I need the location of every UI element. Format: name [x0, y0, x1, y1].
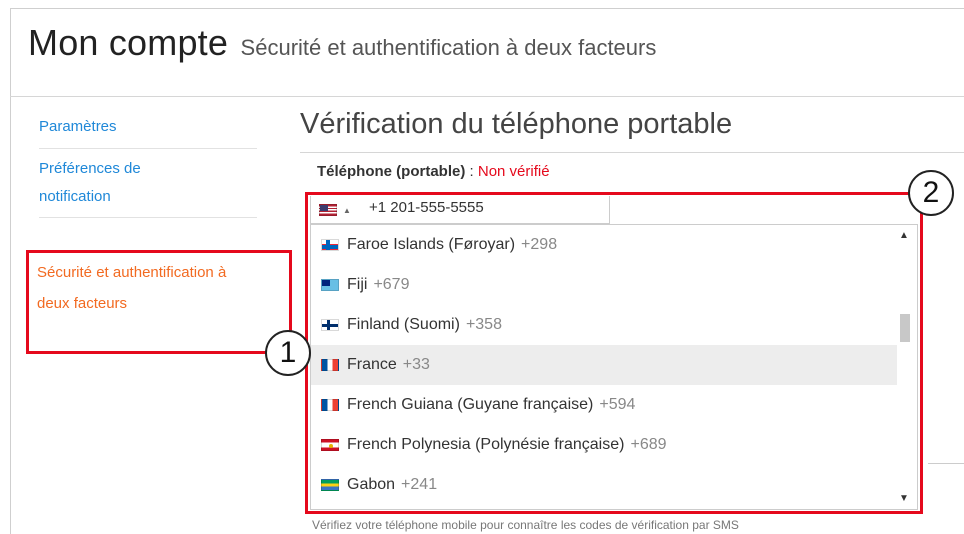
sidebar-divider: [39, 217, 257, 218]
country-selector-button[interactable]: ▲: [319, 202, 351, 218]
dropdown-scrollbar[interactable]: ▲ ▼: [896, 228, 914, 508]
window-top-border: [10, 8, 964, 9]
phone-input-row: ▲: [310, 196, 610, 224]
country-name: Faroe Islands (Føroyar): [347, 236, 516, 253]
country-option-finland[interactable]: Finland (Suomi) +358: [311, 305, 897, 345]
sidebar-divider: [39, 148, 257, 149]
phone-input[interactable]: [369, 199, 599, 216]
country-name: Finland (Suomi): [347, 316, 460, 333]
country-option-gabon[interactable]: Gabon +241: [311, 465, 897, 505]
country-option-france[interactable]: France +33: [311, 345, 897, 385]
scrollbar-thumb[interactable]: [900, 314, 910, 342]
annotation-marker-1: 1: [265, 330, 311, 376]
main-content: Vérification du téléphone portable Télép…: [300, 108, 964, 180]
sidebar-item-parametres[interactable]: Paramètres: [28, 112, 260, 142]
sidebar-item-notification-preferences[interactable]: Préférences de notification: [28, 155, 188, 211]
country-option-faroe-islands[interactable]: Faroe Islands (Føroyar) +298: [311, 225, 897, 265]
country-name: Fiji: [347, 276, 368, 293]
scroll-down-arrow-icon[interactable]: ▼: [899, 493, 909, 504]
page-title: Mon compte: [28, 22, 229, 63]
page-header: Mon compte Sécurité et authentification …: [28, 22, 656, 64]
french-guiana-flag-icon: [321, 399, 339, 411]
caret-up-icon: ▲: [343, 205, 351, 215]
country-name: France: [347, 356, 397, 373]
divider-line: [928, 463, 964, 464]
country-name: French Polynesia (Polynésie française): [347, 436, 625, 453]
window-left-border: [10, 8, 11, 534]
annotation-box-1: Sécurité et authentification à deux fact…: [26, 250, 292, 354]
gabon-flag-icon: [321, 479, 339, 491]
country-option-fiji[interactable]: Fiji +679: [311, 265, 897, 305]
dial-code: +594: [599, 396, 636, 413]
dial-code: +358: [465, 316, 502, 333]
scroll-up-arrow-icon[interactable]: ▲: [899, 230, 909, 241]
faroe-islands-flag-icon: [321, 239, 339, 251]
phone-field-label: Téléphone (portable) : Non vérifié: [317, 163, 550, 180]
sidebar-item-security[interactable]: Sécurité et authentification à deux fact…: [37, 257, 237, 319]
fiji-flag-icon: [321, 279, 339, 291]
header-divider: [10, 96, 964, 97]
finland-flag-icon: [321, 319, 339, 331]
country-dropdown-list: Faroe Islands (Føroyar) +298 Fiji +679 F…: [310, 224, 918, 510]
section-divider: [300, 152, 964, 153]
phone-label-separator: :: [465, 163, 478, 180]
verification-status: Non vérifié: [477, 163, 550, 180]
phone-label-text: Téléphone (portable): [317, 163, 466, 180]
french-polynesia-flag-icon: [321, 439, 339, 451]
dial-code: +679: [373, 276, 410, 293]
france-flag-icon: [321, 359, 339, 371]
country-option-french-guiana[interactable]: French Guiana (Guyane française) +594: [311, 385, 897, 425]
sidebar: Paramètres Préférences de notification: [28, 112, 260, 224]
dial-code: +33: [402, 356, 430, 373]
country-name: Gabon: [347, 476, 396, 493]
us-flag-icon: [319, 204, 337, 216]
annotation-marker-2: 2: [908, 170, 954, 216]
dial-code: +298: [521, 236, 558, 253]
dial-code: +689: [630, 436, 667, 453]
country-name: French Guiana (Guyane française): [347, 396, 594, 413]
page-subtitle: Sécurité et authentification à deux fact…: [240, 35, 657, 60]
country-option-french-polynesia[interactable]: French Polynesia (Polynésie française) +…: [311, 425, 897, 465]
helper-text: Vérifiez votre téléphone mobile pour con…: [312, 518, 739, 532]
section-title: Vérification du téléphone portable: [300, 108, 733, 140]
dial-code: +241: [401, 476, 438, 493]
